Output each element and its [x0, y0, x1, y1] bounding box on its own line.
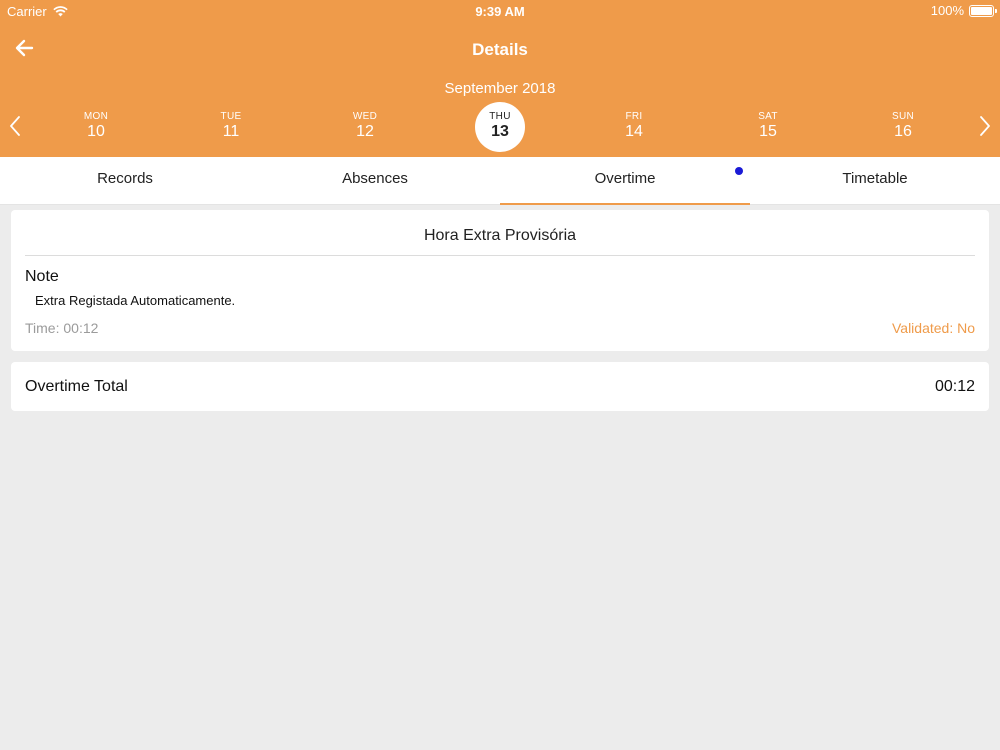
day-sat[interactable]: SAT 15 [743, 102, 793, 152]
day-number: 12 [356, 123, 374, 140]
time-label: Time: 00:12 [25, 320, 99, 336]
status-right: 100% [930, 3, 997, 18]
tab-timetable[interactable]: Timetable [750, 157, 1000, 205]
note-text: Extra Registada Automaticamente. [35, 293, 236, 308]
app-header: Carrier 9:39 AM 100% Details September 2… [0, 0, 1000, 157]
status-time: 9:39 AM [475, 4, 525, 19]
day-name: MON [83, 111, 109, 122]
day-name: THU [489, 111, 511, 122]
day-tue[interactable]: TUE 11 [206, 102, 256, 152]
battery-percent: 100% [930, 3, 964, 18]
overtime-total-card: Overtime Total 00:12 [11, 362, 989, 411]
overtime-card-title: Hora Extra Provisória [423, 227, 577, 244]
month-label: September 2018 [444, 80, 556, 97]
overtime-total-value: 00:12 [934, 378, 975, 395]
day-thu-selected[interactable]: THU 13 [475, 102, 525, 152]
tab-absences[interactable]: Absences [250, 157, 500, 205]
note-label: Note [25, 268, 59, 285]
chevron-left-icon[interactable] [8, 115, 22, 137]
overtime-total-label: Overtime Total [25, 378, 128, 395]
page-title: Details [472, 40, 528, 59]
notification-dot [735, 167, 743, 175]
day-number: 14 [625, 123, 643, 140]
status-bar: Carrier 9:39 AM 100% [0, 0, 1000, 22]
day-name: WED [352, 111, 378, 122]
tab-bar: Records Absences Overtime Timetable [0, 157, 1000, 205]
day-name: TUE [220, 111, 242, 122]
day-number: 10 [87, 123, 105, 140]
day-number: 15 [759, 123, 777, 140]
day-wed[interactable]: WED 12 [340, 102, 390, 152]
chevron-right-icon[interactable] [978, 115, 992, 137]
validated-status: Validated: No [891, 320, 975, 336]
tab-overtime[interactable]: Overtime [500, 157, 750, 205]
day-mon[interactable]: MON 10 [71, 102, 121, 152]
overtime-card: Hora Extra Provisória Note Extra Regista… [11, 210, 989, 351]
day-number: 16 [894, 123, 912, 140]
day-fri[interactable]: FRI 14 [609, 102, 659, 152]
day-name: FRI [625, 111, 643, 122]
divider [25, 255, 975, 256]
tab-records[interactable]: Records [0, 157, 250, 205]
day-name: SAT [758, 111, 778, 122]
day-number: 11 [222, 123, 240, 140]
battery-icon [969, 4, 997, 17]
day-name: SUN [891, 111, 914, 122]
day-number: 13 [491, 123, 509, 140]
day-sun[interactable]: SUN 16 [878, 102, 928, 152]
